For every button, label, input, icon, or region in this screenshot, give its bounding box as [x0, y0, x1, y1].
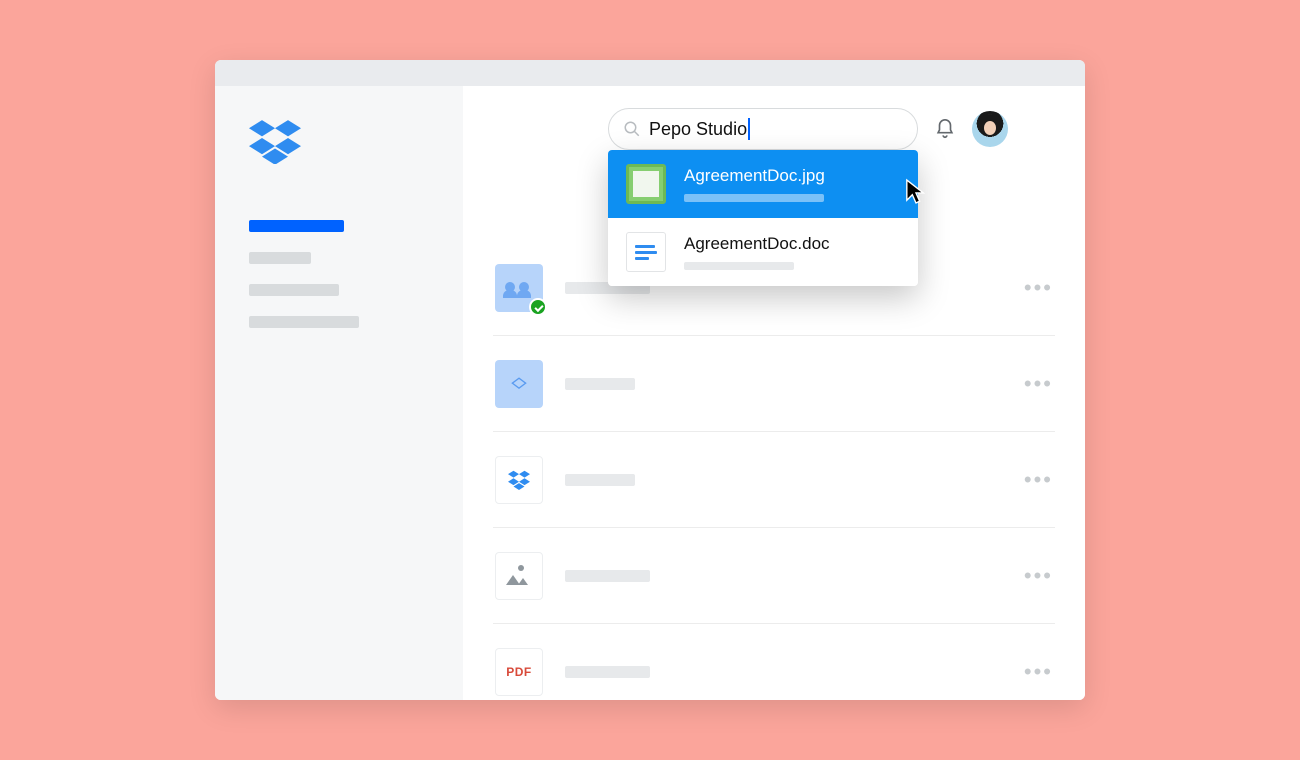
shared-folder-icon: [495, 264, 543, 312]
search-result-item[interactable]: AgreementDoc.doc: [608, 218, 918, 286]
row-more-icon[interactable]: •••: [1024, 469, 1053, 491]
file-name-placeholder: [565, 666, 650, 678]
file-row[interactable]: •••: [493, 528, 1055, 624]
pdf-file-icon: PDF: [495, 648, 543, 696]
file-row[interactable]: •••: [493, 432, 1055, 528]
search-input[interactable]: Pepo Studio: [608, 108, 918, 150]
sidebar-item-active[interactable]: [249, 220, 344, 232]
file-row[interactable]: PDF •••: [493, 624, 1055, 700]
main-panel: Pepo Studio AgreementDoc.jpg: [463, 86, 1085, 700]
sidebar-item[interactable]: [249, 252, 311, 264]
search-results-dropdown: AgreementDoc.jpg AgreementDoc.doc: [608, 150, 918, 286]
file-name-placeholder: [565, 474, 635, 486]
row-more-icon[interactable]: •••: [1024, 565, 1053, 587]
dropbox-file-icon: [495, 456, 543, 504]
pdf-label: PDF: [506, 665, 532, 679]
dropbox-logo-icon: [249, 120, 439, 164]
sidebar-item[interactable]: [249, 284, 339, 296]
image-file-icon: [495, 552, 543, 600]
file-name-placeholder: [565, 378, 635, 390]
row-more-icon[interactable]: •••: [1024, 661, 1053, 683]
search-result-subtitle: [684, 262, 794, 270]
sidebar-item[interactable]: [249, 316, 359, 328]
sidebar: [215, 86, 463, 700]
search-value: Pepo Studio: [649, 119, 747, 140]
search-icon: [623, 120, 641, 138]
search-result-subtitle: [684, 194, 824, 202]
notifications-icon[interactable]: [934, 118, 956, 140]
search-result-name: AgreementDoc.doc: [684, 234, 830, 254]
text-caret: [748, 118, 750, 140]
search-result-item[interactable]: AgreementDoc.jpg: [608, 150, 918, 218]
image-file-icon: [626, 164, 666, 204]
app-window: Pepo Studio AgreementDoc.jpg: [215, 60, 1085, 700]
dropbox-folder-icon: [495, 360, 543, 408]
window-titlebar: [215, 60, 1085, 86]
file-list: ••• •••: [493, 240, 1055, 700]
row-more-icon[interactable]: •••: [1024, 373, 1053, 395]
synced-check-icon: [529, 298, 547, 316]
row-more-icon[interactable]: •••: [1024, 277, 1053, 299]
avatar[interactable]: [972, 111, 1008, 147]
search-result-name: AgreementDoc.jpg: [684, 166, 825, 186]
file-name-placeholder: [565, 570, 650, 582]
document-file-icon: [626, 232, 666, 272]
file-row[interactable]: •••: [493, 336, 1055, 432]
